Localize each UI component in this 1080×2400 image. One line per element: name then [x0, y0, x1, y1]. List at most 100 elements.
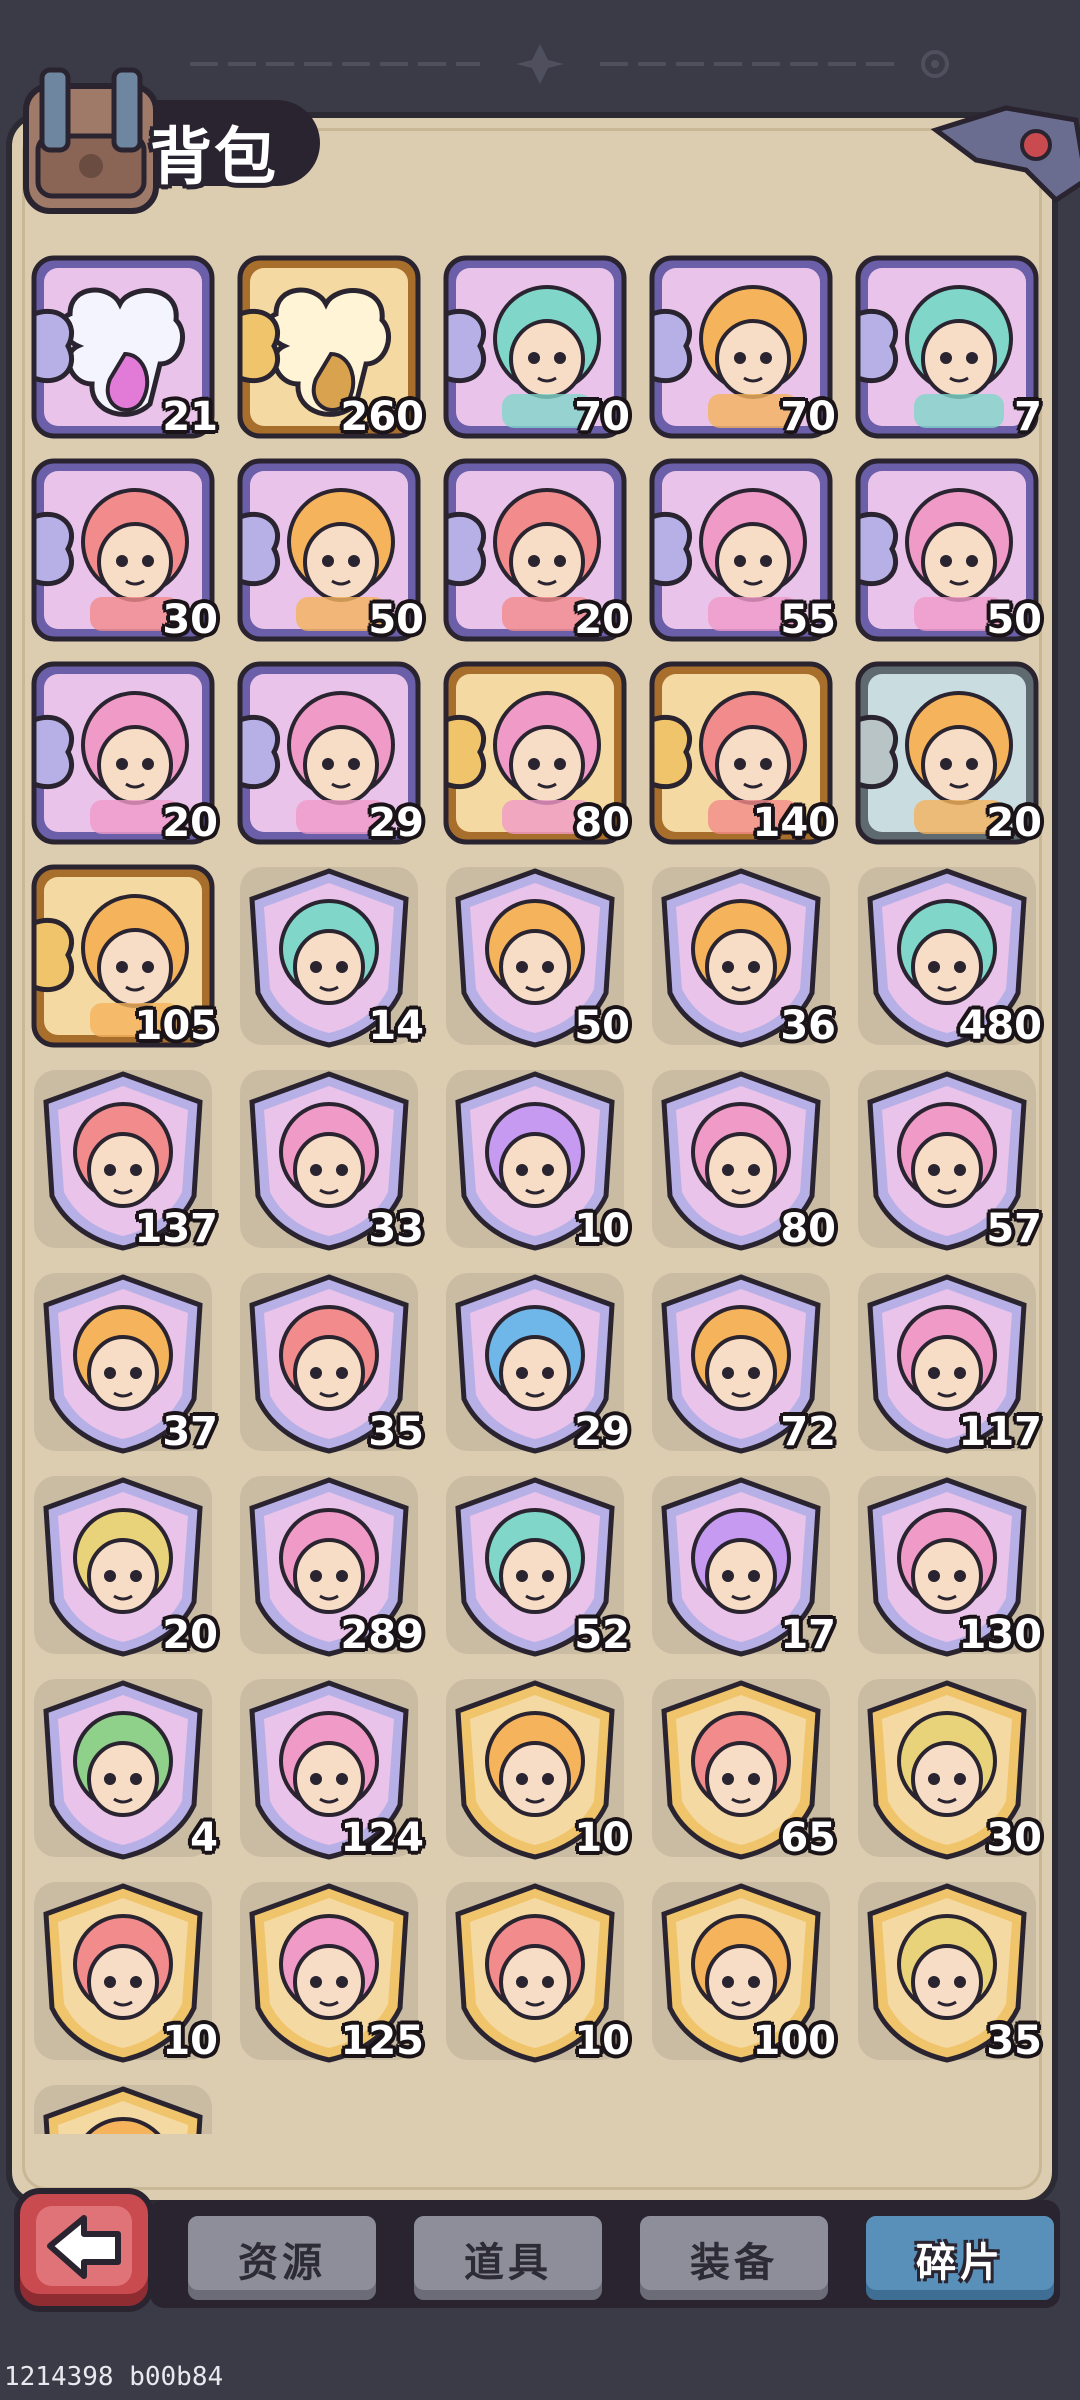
- fragment-slot[interactable]: 4: [30, 1675, 218, 1861]
- back-button[interactable]: [14, 2188, 154, 2312]
- fragment-slot[interactable]: 52: [442, 1472, 630, 1658]
- fragment-count: 52: [574, 1612, 630, 1658]
- fragment-slot[interactable]: 10: [30, 1878, 218, 2064]
- tab-equipment[interactable]: 装备: [634, 2210, 834, 2306]
- fragment-slot[interactable]: 10: [442, 1066, 630, 1252]
- fragment-slot[interactable]: 36: [648, 863, 836, 1049]
- fragment-slot[interactable]: 70: [442, 254, 630, 440]
- fragment-count: 130: [958, 1612, 1043, 1658]
- fragment-slot[interactable]: 480: [854, 863, 1043, 1049]
- fragment-count: 55: [780, 597, 836, 643]
- fragment-slot[interactable]: 17: [648, 1472, 836, 1658]
- fragment-count: 50: [986, 597, 1042, 643]
- fragment-count: 14: [368, 1003, 424, 1049]
- fragment-slot[interactable]: 65: [648, 1675, 836, 1861]
- fragment-slot[interactable]: 289: [236, 1472, 425, 1658]
- fragment-slot[interactable]: 50: [854, 457, 1042, 643]
- fragment-slot[interactable]: 10: [442, 1878, 630, 2064]
- fragment-count: 117: [958, 1409, 1043, 1455]
- corner-ornament: [930, 105, 1080, 204]
- fragment-slot[interactable]: 20: [854, 660, 1042, 846]
- fragment-count: 36: [780, 1003, 836, 1049]
- fragment-count: 289: [340, 1612, 425, 1658]
- fragment-slot[interactable]: 125: [236, 1878, 425, 2064]
- fragment-slot[interactable]: 20: [30, 660, 218, 846]
- fragment-slot[interactable]: 117: [854, 1269, 1043, 1455]
- fragment-slot[interactable]: 20: [30, 1472, 218, 1658]
- fragment-count: 100: [752, 2018, 837, 2064]
- fragment-count: 10: [574, 2018, 630, 2064]
- fragment-count: 124: [340, 1815, 425, 1861]
- fragment-count: 29: [574, 1409, 630, 1455]
- fragment-count: 30: [986, 1815, 1042, 1861]
- fragment-count: 7: [1014, 394, 1042, 440]
- fragment-slot[interactable]: 72: [648, 1269, 836, 1455]
- tab-label: 道具: [464, 2240, 552, 2286]
- fragment-count: 72: [780, 1409, 836, 1455]
- fragment-slot[interactable]: 50: [442, 863, 630, 1049]
- fragment-slot[interactable]: 80: [648, 1066, 836, 1252]
- fragment-slot[interactable]: 100: [648, 1878, 837, 2064]
- fragment-count: 260: [340, 394, 425, 440]
- backpack-icon: [23, 67, 159, 214]
- tab-resources[interactable]: 资源: [182, 2210, 382, 2306]
- fragment-slot[interactable]: 37: [30, 1269, 218, 1455]
- fragment-slot[interactable]: 260: [236, 254, 425, 440]
- fragment-count: 33: [368, 1206, 424, 1252]
- fragment-slot[interactable]: 20: [442, 457, 630, 643]
- fragment-count: 20: [574, 597, 630, 643]
- fragment-count: 80: [780, 1206, 836, 1252]
- fragment-slot[interactable]: 105: [30, 863, 219, 1049]
- fragment-count: 70: [574, 394, 630, 440]
- fragment-slot[interactable]: 33: [236, 1066, 424, 1252]
- fragment-count: 21: [162, 394, 218, 440]
- fragment-count: 20: [162, 1612, 218, 1658]
- fragment-slot[interactable]: 35: [236, 1269, 424, 1455]
- fragment-slot[interactable]: 80: [442, 660, 630, 846]
- fragment-grid: 21 260 70 70 7 30 50 20 55 50 20 29 80 140 20 105 14 50 36…: [30, 254, 1050, 2134]
- fragment-count: 480: [958, 1003, 1043, 1049]
- fragment-count: 10: [574, 1815, 630, 1861]
- fragment-count: 35: [368, 1409, 424, 1455]
- tab-label: 装备: [690, 2240, 778, 2286]
- fragment-count: 20: [986, 800, 1042, 846]
- fragment-slot[interactable]: 35: [854, 1878, 1042, 2064]
- fragment-slot[interactable]: 30: [854, 1675, 1042, 1861]
- fragment-count: 57: [986, 1206, 1042, 1252]
- fragment-count: 17: [780, 1612, 836, 1658]
- fragment-count: 50: [368, 597, 424, 643]
- fragment-slot[interactable]: [30, 2081, 216, 2134]
- fragment-count: 29: [368, 800, 424, 846]
- fragment-count: 10: [162, 2018, 218, 2064]
- fragment-slot[interactable]: 57: [854, 1066, 1042, 1252]
- bull-hero-icon: [855, 255, 1039, 439]
- fragment-slot[interactable]: 29: [442, 1269, 630, 1455]
- fragment-slot[interactable]: 29: [236, 660, 424, 846]
- fragment-slot[interactable]: 55: [648, 457, 836, 643]
- fragment-count: 65: [780, 1815, 836, 1861]
- fragment-slot[interactable]: 137: [30, 1066, 219, 1252]
- fragment-count: 125: [340, 2018, 425, 2064]
- fragment-slot[interactable]: 30: [30, 457, 218, 643]
- fragment-slot[interactable]: 7: [854, 254, 1042, 440]
- tab-fragments[interactable]: 碎片: [860, 2210, 1060, 2306]
- fragment-count: 137: [134, 1206, 219, 1252]
- fragment-count: 50: [574, 1003, 630, 1049]
- fragment-count: 80: [574, 800, 630, 846]
- desert-lady-icon: [34, 2085, 212, 2134]
- fragment-slot[interactable]: 140: [648, 660, 836, 846]
- fragment-slot[interactable]: 130: [854, 1472, 1043, 1658]
- fragment-slot[interactable]: 70: [648, 254, 836, 440]
- fragment-slot[interactable]: 50: [236, 457, 424, 643]
- build-id-label: 1214398 b00b84: [0, 2360, 228, 2394]
- fragment-slot[interactable]: 14: [236, 863, 424, 1049]
- tab-items[interactable]: 道具: [408, 2210, 608, 2306]
- fragment-slot[interactable]: 124: [236, 1675, 425, 1861]
- fragment-count: 10: [574, 1206, 630, 1252]
- white-haired-girl-icon: [34, 1679, 212, 1860]
- fragment-slot[interactable]: 10: [442, 1675, 630, 1861]
- fragment-count: 35: [986, 2018, 1042, 2064]
- fragment-count: 105: [134, 1003, 219, 1049]
- back-arrow-icon: [47, 2215, 121, 2279]
- fragment-slot[interactable]: 21: [30, 254, 218, 440]
